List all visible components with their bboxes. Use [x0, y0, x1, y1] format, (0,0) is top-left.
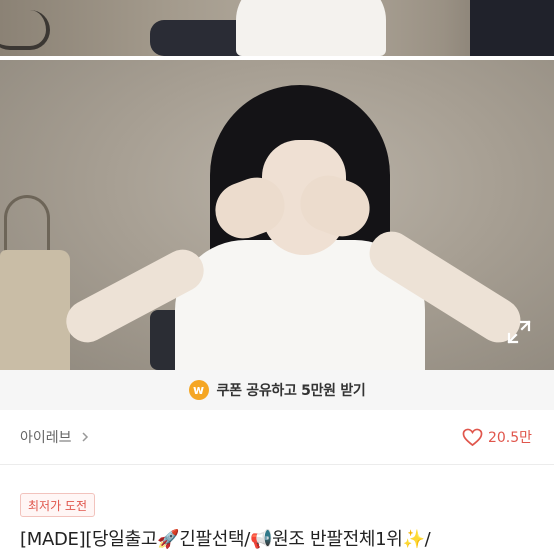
expand-fullscreen-icon[interactable] [506, 319, 532, 345]
seller-row: 아이레브 20.5만 [0, 410, 554, 465]
product-title: [MADE][당일출고🚀긴팔선택/📢원조 반팔전체1위✨/ [20, 529, 431, 550]
product-image-main[interactable] [0, 60, 554, 370]
seller-store-link[interactable]: 아이레브 [20, 427, 90, 447]
coupon-banner-label: 쿠폰 공유하고 5만원 받기 [216, 383, 366, 399]
coupon-share-banner[interactable]: w 쿠폰 공유하고 5만원 받기 [0, 370, 554, 410]
photo-detail [236, 0, 386, 56]
lowest-price-badge: 최저가 도전 [20, 493, 96, 517]
seller-name: 아이레브 [20, 430, 72, 446]
like-button[interactable]: 20.5만 [462, 427, 532, 447]
photo-detail [470, 0, 554, 56]
photo-detail [0, 250, 70, 370]
like-count: 20.5만 [487, 430, 532, 446]
chevron-right-icon [82, 432, 88, 442]
bag-strap [0, 10, 50, 50]
heart-outline-icon [462, 428, 483, 447]
coupon-w-icon: w [188, 380, 209, 400]
product-image-previous[interactable] [0, 0, 554, 56]
